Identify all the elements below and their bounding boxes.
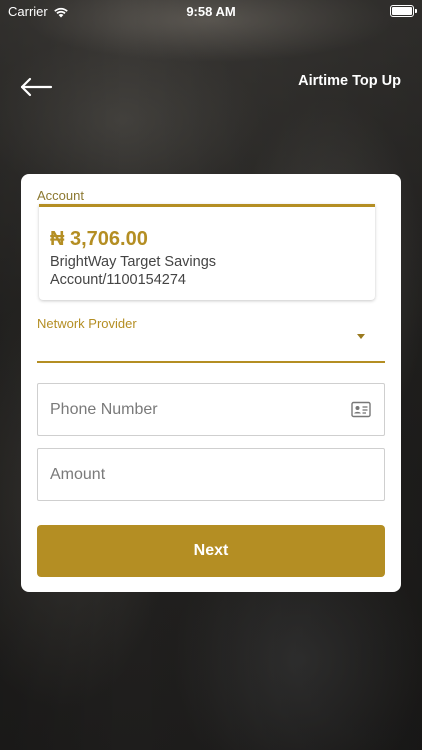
phone-number-input[interactable] bbox=[38, 384, 384, 435]
account-label: Account bbox=[37, 188, 84, 203]
page-title: Airtime Top Up bbox=[298, 73, 401, 89]
status-right bbox=[390, 5, 417, 17]
account-balance: ₦ 3,706.00 bbox=[50, 228, 148, 250]
amount-input[interactable] bbox=[38, 449, 384, 500]
account-selector[interactable]: ₦ 3,706.00 BrightWay Target Savings Acco… bbox=[39, 204, 375, 300]
contact-card-icon[interactable] bbox=[351, 401, 371, 418]
status-time: 9:58 AM bbox=[186, 4, 236, 19]
amount-field bbox=[37, 448, 385, 501]
next-button[interactable]: Next bbox=[37, 525, 385, 577]
top-up-form-card: Account ₦ 3,706.00 BrightWay Target Savi… bbox=[21, 174, 401, 592]
arrow-left-icon bbox=[20, 77, 53, 97]
phone-number-field bbox=[37, 383, 385, 436]
battery-icon bbox=[390, 5, 417, 17]
account-name: BrightWay Target Savings Account/1100154… bbox=[50, 254, 217, 288]
caret-down-icon bbox=[357, 334, 365, 339]
status-bar: Carrier 9:58 AM bbox=[0, 0, 422, 22]
network-provider-dropdown[interactable] bbox=[37, 324, 385, 363]
back-button[interactable] bbox=[18, 74, 54, 100]
